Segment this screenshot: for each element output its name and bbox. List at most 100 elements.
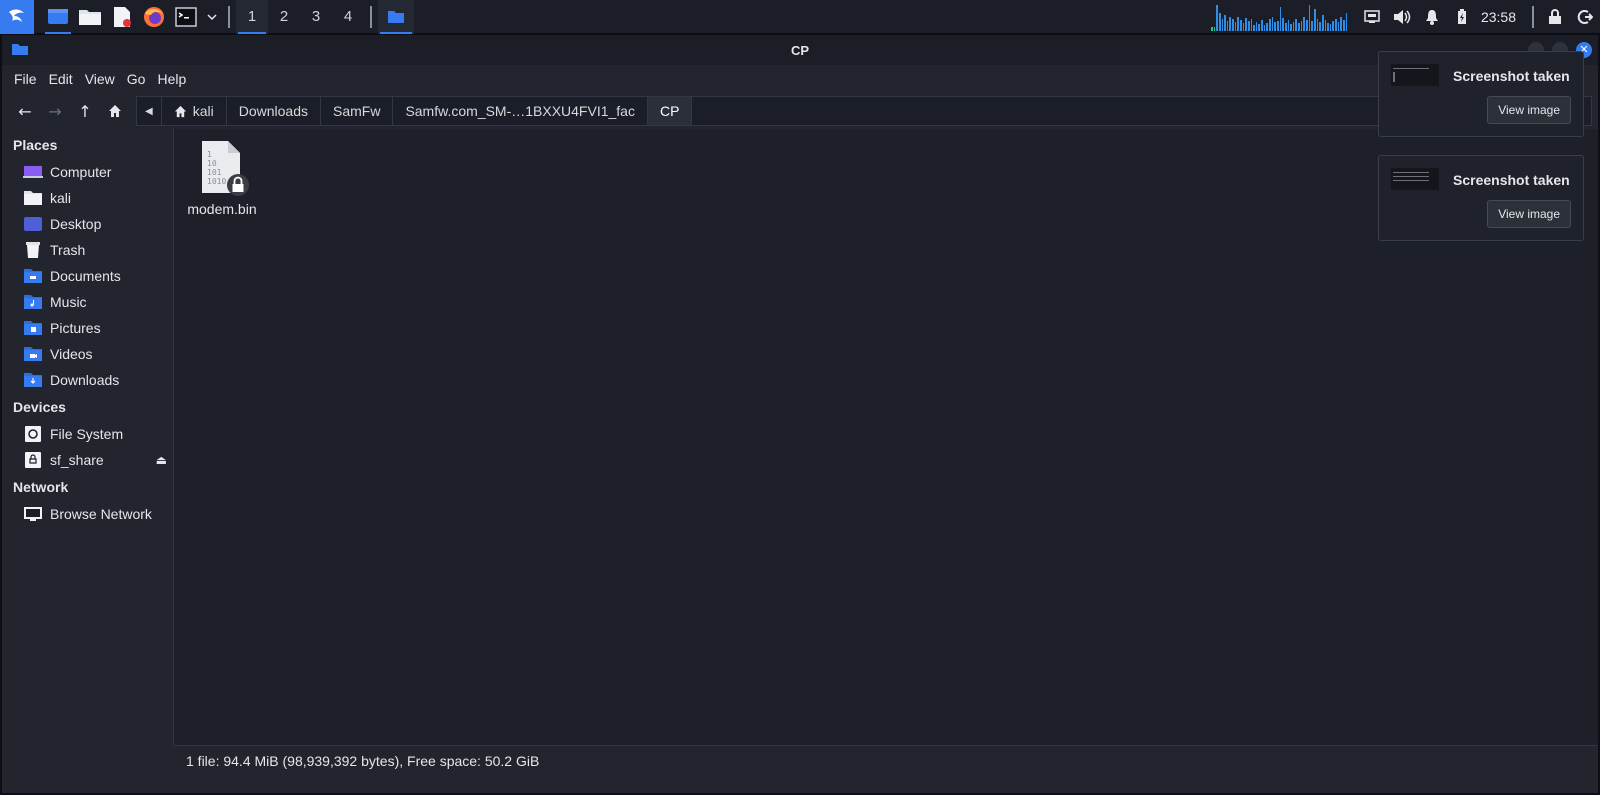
view-image-button[interactable]: View image	[1487, 200, 1571, 228]
workspace-1[interactable]: 1	[236, 0, 268, 34]
window-title: CP	[790, 42, 810, 58]
window-titlebar[interactable]: CP ✕	[2, 35, 1598, 65]
sidebar-item-label: kali	[50, 190, 72, 206]
sidebar-item-documents[interactable]: Documents	[2, 263, 173, 289]
kali-menu-button[interactable]	[0, 0, 34, 34]
toolbar: ← → ↑ ◀ kali Downloads SamFw Samfw.com_S…	[2, 93, 1598, 129]
folder-icon	[79, 9, 101, 25]
up-button[interactable]: ↑	[70, 96, 100, 126]
home-button[interactable]	[100, 96, 130, 126]
file-item-modem-bin[interactable]: 1 10 101 1010 modem.bin	[184, 139, 260, 217]
firefox-launcher[interactable]	[138, 0, 170, 34]
music-folder-icon	[24, 295, 42, 309]
sidebar-header-places: Places	[13, 137, 58, 153]
show-desktop-button[interactable]	[42, 0, 74, 34]
workspace-3[interactable]: 3	[300, 0, 332, 34]
sidebar-item-label: Music	[50, 294, 87, 310]
home-icon	[109, 105, 121, 117]
kali-dragon-icon	[9, 8, 24, 22]
notification-screenshot-2[interactable]: Screenshot taken View image	[1378, 155, 1584, 241]
network-wired-icon	[1364, 10, 1380, 23]
network-monitor-graph	[1210, 3, 1348, 31]
svg-text:1010: 1010	[207, 177, 226, 186]
menu-edit[interactable]: Edit	[43, 71, 79, 87]
folder-icon	[12, 44, 28, 55]
taskbar-file-manager-window[interactable]	[378, 0, 414, 34]
videos-folder-icon	[24, 347, 42, 361]
panel-separator	[1532, 6, 1534, 28]
text-editor-launcher[interactable]	[106, 0, 138, 34]
terminal-icon	[175, 6, 197, 27]
sidebar-item-trash[interactable]: Trash	[2, 237, 173, 263]
svg-text:10: 10	[207, 159, 217, 168]
top-panel: 1 2 3 4 23:58	[0, 0, 1600, 34]
breadcrumb-samfw[interactable]: SamFw	[321, 97, 394, 125]
downloads-folder-icon	[24, 373, 42, 387]
sidebar-item-label: Videos	[50, 346, 93, 362]
menu-view[interactable]: View	[79, 71, 121, 87]
documents-folder-icon	[24, 269, 42, 283]
breadcrumb-samfw-package[interactable]: Samfw.com_SM-…1BXXU4FVI1_fac	[393, 97, 648, 125]
arrow-left-icon: ←	[18, 101, 32, 121]
breadcrumb: ◀ kali Downloads SamFw Samfw.com_SM-…1BX…	[136, 96, 1592, 126]
speaker-icon	[1393, 10, 1411, 24]
menu-go[interactable]: Go	[121, 71, 152, 87]
battery-tray-icon[interactable]	[1447, 0, 1477, 34]
network-tray-icon[interactable]	[1357, 0, 1387, 34]
binary-file-locked-icon: 1 10 101 1010	[202, 141, 249, 196]
eject-icon[interactable]: ⏏	[156, 453, 167, 467]
sidebar-item-sf-share[interactable]: sf_share ⏏	[2, 447, 173, 473]
file-name: modem.bin	[187, 201, 257, 217]
sidebar-item-label: File System	[50, 426, 124, 442]
sidebar-item-music[interactable]: Music	[2, 289, 173, 315]
computer-icon	[23, 166, 43, 178]
breadcrumb-kali[interactable]: kali	[162, 97, 227, 125]
notification-screenshot-1[interactable]: Screenshot taken View image	[1378, 51, 1584, 137]
pictures-folder-icon	[24, 321, 42, 335]
terminal-launcher[interactable]	[170, 0, 202, 34]
status-text: 1 file: 94.4 MiB (98,939,392 bytes), Fre…	[186, 752, 540, 769]
launcher-dropdown[interactable]	[202, 0, 222, 34]
chevron-down-icon	[207, 13, 217, 20]
sidebar-item-browse-network[interactable]: Browse Network	[2, 501, 173, 527]
sidebar-item-kali[interactable]: kali	[2, 185, 173, 211]
logout-button[interactable]	[1570, 0, 1600, 34]
sidebar-item-videos[interactable]: Videos	[2, 341, 173, 367]
volume-tray-icon[interactable]	[1387, 0, 1417, 34]
view-image-button[interactable]: View image	[1487, 96, 1571, 124]
content-area: Places Computer kali Desktop Trash Docum…	[2, 129, 1598, 745]
panel-separator	[370, 5, 372, 28]
back-button[interactable]: ←	[10, 96, 40, 126]
breadcrumb-cp[interactable]: CP	[647, 97, 693, 125]
status-bar: 1 file: 94.4 MiB (98,939,392 bytes), Fre…	[174, 745, 1598, 775]
sidebar-item-desktop[interactable]: Desktop	[2, 211, 173, 237]
network-icon	[24, 507, 42, 521]
workspace-2[interactable]: 2	[268, 0, 300, 34]
sidebar-item-downloads[interactable]: Downloads	[2, 367, 173, 393]
menu-help[interactable]: Help	[151, 71, 192, 87]
sidebar: Places Computer kali Desktop Trash Docum…	[2, 129, 174, 745]
notification-title: Screenshot taken	[1453, 68, 1570, 84]
notifications-tray-icon[interactable]	[1417, 0, 1447, 34]
sidebar-item-label: sf_share	[50, 452, 104, 468]
sidebar-item-computer[interactable]: Computer	[2, 159, 173, 185]
battery-charging-icon	[1457, 9, 1466, 24]
clock[interactable]: 23:58	[1481, 9, 1516, 25]
firefox-icon	[144, 6, 164, 27]
breadcrumb-downloads[interactable]: Downloads	[227, 97, 321, 125]
screenshot-thumbnail-icon	[1391, 64, 1439, 86]
logout-icon	[1577, 10, 1593, 24]
lock-screen-button[interactable]	[1540, 0, 1570, 34]
forward-button[interactable]: →	[40, 96, 70, 126]
sidebar-item-pictures[interactable]: Pictures	[2, 315, 173, 341]
breadcrumb-scroll-left[interactable]: ◀	[137, 97, 162, 125]
bell-icon	[1425, 10, 1438, 25]
svg-text:1: 1	[207, 150, 212, 159]
sidebar-item-label: Pictures	[50, 320, 101, 336]
sidebar-item-file-system[interactable]: File System	[2, 421, 173, 447]
menu-file[interactable]: File	[8, 71, 43, 87]
sidebar-item-label: Trash	[50, 242, 86, 258]
sidebar-header-network: Network	[13, 479, 69, 495]
file-manager-launcher[interactable]	[74, 0, 106, 34]
workspace-4[interactable]: 4	[332, 0, 364, 34]
